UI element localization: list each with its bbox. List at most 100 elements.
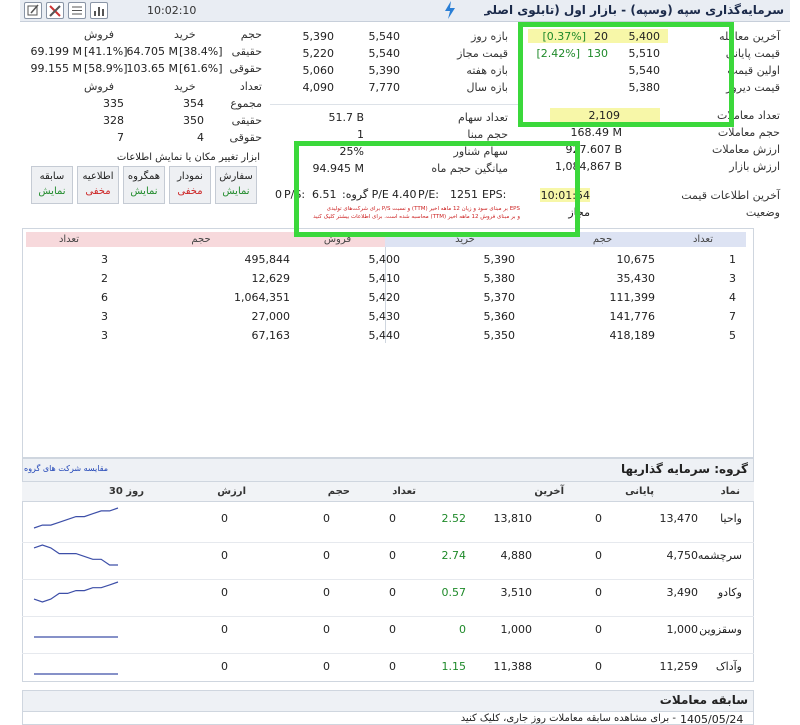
tools-icon[interactable] xyxy=(46,2,64,19)
group-value: 0 xyxy=(221,512,228,525)
ob-buy-volume: 111,399 xyxy=(609,291,656,304)
group-row[interactable]: وکادو 3,490 0 3,510 0.57 0 0 0 xyxy=(22,581,754,622)
sparkline-30-days xyxy=(34,636,118,638)
tool-state: نمایش xyxy=(130,186,158,197)
allowed-range-low: 5,220 xyxy=(302,47,335,60)
real-vol-label: حقیقی xyxy=(231,45,262,58)
sparkline-30-days xyxy=(34,673,118,675)
tool-state: مخفی xyxy=(85,186,111,197)
tool-label: سابقه xyxy=(39,171,65,182)
ob-sell-volume: 12,629 xyxy=(251,272,291,285)
ob-head-buy-count: تعداد xyxy=(660,232,746,247)
compare-group-link[interactable]: مقایسه شرکت های گروه xyxy=(24,464,108,473)
orderbook-row: 3 35,430 5,380 5,410 12,629 2 xyxy=(26,270,746,289)
orderbook-row: 7 141,776 5,360 5,430 27,000 3 xyxy=(26,308,746,327)
legal-vol-buy-pct: [61.6%] xyxy=(179,62,223,75)
chart-bars-icon[interactable] xyxy=(90,2,108,19)
col-close: پایانی xyxy=(625,486,654,497)
trader-count-buy-header: خرید xyxy=(174,80,196,93)
tool-label: سفارش xyxy=(219,171,253,182)
trade-value-label: ارزش معاملات xyxy=(712,143,780,156)
group-close: 1,000 xyxy=(666,623,699,636)
group-row[interactable]: واحیا 13,470 0 13,810 2.52 0 0 0 xyxy=(22,507,754,548)
base-volume-label: حجم مبنا xyxy=(467,128,508,141)
day-range-label: بازه روز xyxy=(471,30,508,43)
ob-sell-count: 3 xyxy=(101,310,108,323)
list-icon[interactable] xyxy=(68,2,86,19)
legal-count-sell: 7 xyxy=(117,131,124,144)
group-last: 3,510 xyxy=(500,586,533,599)
ob-buy-count: 4 xyxy=(729,291,736,304)
ob-buy-count: 3 xyxy=(729,272,736,285)
history-date[interactable]: 1405/05/24 xyxy=(680,713,743,725)
week-range-low: 5,060 xyxy=(302,64,335,77)
orderbook-row: 5 418,189 5,350 5,440 67,163 3 xyxy=(26,327,746,346)
group-volume: 0 xyxy=(323,586,330,599)
real-count-label: حقیقی xyxy=(231,114,262,127)
ob-sell-count: 6 xyxy=(101,291,108,304)
ob-sell-price: 5,420 xyxy=(368,291,401,304)
group-volume: 0 xyxy=(323,512,330,525)
market-value-label: ارزش بازار xyxy=(729,160,780,173)
real-vol-sell-pct: [41.1%] xyxy=(84,45,128,58)
group-count: 0 xyxy=(389,512,396,525)
group-value: 0 xyxy=(221,623,228,636)
col-symbol: نماد xyxy=(720,486,740,497)
page-title: سرمایه‌گذاری سپه (وسپه) - بازار اول (تاب… xyxy=(484,3,784,17)
sparkline-path xyxy=(33,544,118,566)
ob-buy-count: 5 xyxy=(729,329,736,342)
real-count-sell: 328 xyxy=(103,114,124,127)
group-close-change: 0 xyxy=(595,660,602,673)
history-title: سابقه معاملات xyxy=(659,693,748,707)
year-range-low: 4,090 xyxy=(302,81,335,94)
col-30days: 30 روز xyxy=(108,486,144,497)
col-volume: حجم xyxy=(327,486,350,497)
group-last-pct: 0.57 xyxy=(441,586,467,599)
group-title: گروه: سرمایه گذاریها xyxy=(621,462,748,476)
group-count: 0 xyxy=(389,623,396,636)
row-divider xyxy=(22,542,754,543)
tool-state: نمایش xyxy=(222,186,250,197)
group-last-pct: 2.74 xyxy=(441,549,467,562)
total-count-sell: 335 xyxy=(103,97,124,110)
toggle-group-button[interactable]: همگروه نمایش xyxy=(123,166,165,204)
real-vol-buy-pct: [38.4%] xyxy=(179,45,223,58)
orderbook-row: 1 10,675 5,390 5,400 495,844 3 xyxy=(26,251,746,270)
toggle-orders-button[interactable]: سفارش نمایش xyxy=(215,166,257,204)
legal-vol-label: حقوقی xyxy=(229,62,262,75)
clock-time: 10:02:10 xyxy=(147,4,197,17)
tool-state: نمایش xyxy=(38,186,66,197)
row-divider xyxy=(22,616,754,617)
ob-buy-volume: 10,675 xyxy=(616,253,656,266)
group-volume: 0 xyxy=(323,549,330,562)
toggle-notice-button[interactable]: اطلاعیه مخفی xyxy=(77,166,119,204)
toggle-history-button[interactable]: سابقه نمایش xyxy=(31,166,73,204)
ob-sell-price: 5,430 xyxy=(368,310,401,323)
ob-sell-volume: 27,000 xyxy=(251,310,291,323)
annotation-box-month-avg xyxy=(294,141,580,237)
lightning-icon xyxy=(445,1,455,19)
ob-buy-price: 5,370 xyxy=(483,291,516,304)
trader-buy-header: خرید xyxy=(174,28,196,41)
ob-buy-count: 7 xyxy=(729,310,736,323)
ob-sell-price: 5,440 xyxy=(368,329,401,342)
group-value: 0 xyxy=(221,586,228,599)
ob-buy-price: 5,380 xyxy=(483,272,516,285)
group-close-change: 0 xyxy=(595,512,602,525)
yesterday-price-label: قیمت دیروز xyxy=(726,81,780,94)
allowed-range-label: قیمت مجاز xyxy=(457,47,508,60)
history-note-link[interactable]: - برای مشاهده سابقه معاملات روز جاری، کل… xyxy=(461,713,676,724)
trader-volume-header: حجم xyxy=(240,28,262,41)
tool-label: اطلاعیه xyxy=(82,171,114,182)
week-range-label: بازه هفته xyxy=(466,64,508,77)
edit-icon[interactable] xyxy=(24,2,42,19)
group-row[interactable]: سرچشمه 4,750 0 4,880 2.74 0 0 0 xyxy=(22,544,754,585)
shares-label: تعداد سهام xyxy=(457,111,508,124)
toggle-chart-button[interactable]: نمودار مخفی xyxy=(169,166,211,204)
group-row[interactable]: وسقزوین 1,000 0 1,000 0 0 0 0 xyxy=(22,623,754,659)
week-range-high: 5,390 xyxy=(368,64,401,77)
day-range-high: 5,540 xyxy=(368,30,401,43)
col-value: ارزش xyxy=(217,486,246,497)
group-volume: 0 xyxy=(323,623,330,636)
legal-vol-sell-pct: [58.9%] xyxy=(84,62,128,75)
